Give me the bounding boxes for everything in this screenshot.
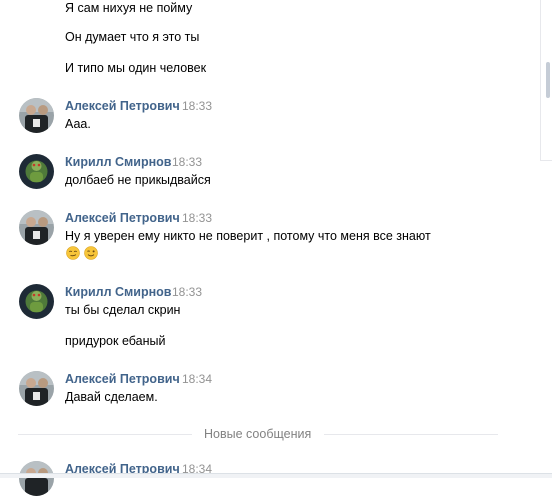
- scrollbar-thumb[interactable]: [546, 62, 550, 98]
- new-messages-divider: Новые сообщения: [204, 427, 312, 441]
- message-text: И типо мы один человек: [65, 61, 207, 75]
- message-text: Давай сделаем.: [65, 390, 158, 404]
- divider-line-right: [324, 434, 498, 435]
- message-time[interactable]: 18:34: [182, 371, 212, 387]
- chat-history: Я сам нихуя не пойму Он думает что я это…: [0, 0, 535, 496]
- avatar-alexey[interactable]: [19, 371, 54, 406]
- message-text: придурок ебаный: [65, 334, 166, 348]
- avatar-alexey[interactable]: [19, 461, 54, 496]
- message-author[interactable]: Алексей Петрович: [65, 98, 180, 114]
- composer-edge: [0, 473, 552, 478]
- message-text: Ну я уверен ему никто не поверит , потом…: [65, 229, 431, 243]
- avatar-alexey[interactable]: [19, 98, 54, 133]
- message-text: Он думает что я это ты: [65, 30, 200, 44]
- message-time[interactable]: 18:33: [172, 154, 202, 170]
- avatar-kirill[interactable]: [19, 154, 54, 189]
- message-text: долбаеб не прикыдвайся: [65, 173, 211, 187]
- message-text: Я сам нихуя не пойму: [65, 1, 193, 15]
- message-time[interactable]: 18:33: [182, 210, 212, 226]
- smirk-emoji-icon: [66, 246, 80, 260]
- wink-emoji-icon: [84, 246, 98, 260]
- message-author[interactable]: Алексей Петрович: [65, 210, 180, 226]
- divider-line-left: [18, 434, 192, 435]
- message-text: Ааа.: [65, 117, 91, 131]
- message-author[interactable]: Алексей Петрович: [65, 371, 180, 387]
- message-text: ты бы сделал скрин: [65, 303, 181, 317]
- avatar-alexey[interactable]: [19, 210, 54, 245]
- scrollbar-frame-edge: [540, 160, 552, 161]
- message-time[interactable]: 18:33: [182, 98, 212, 114]
- message-author[interactable]: Кирилл Смирнов: [65, 154, 171, 170]
- avatar-kirill[interactable]: [19, 284, 54, 319]
- message-time[interactable]: 18:33: [172, 284, 202, 300]
- message-author[interactable]: Кирилл Смирнов: [65, 284, 171, 300]
